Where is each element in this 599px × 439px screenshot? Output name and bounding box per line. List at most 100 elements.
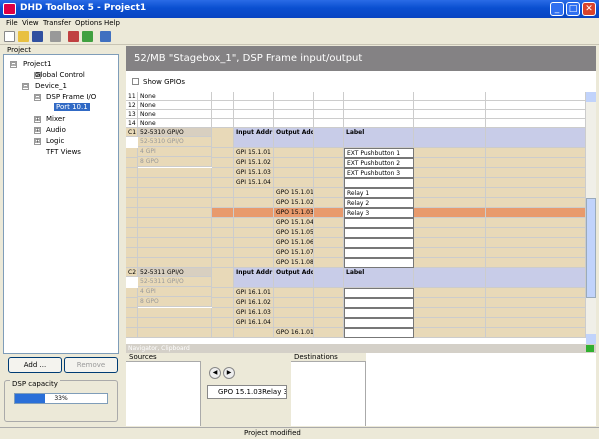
input-address[interactable] (234, 218, 274, 228)
tree-item-logic[interactable]: Logic (46, 137, 64, 145)
output-address[interactable]: GPO 15.1.07 (274, 248, 314, 258)
expand-icon[interactable]: ⊞ (34, 116, 41, 123)
tree-item-project1[interactable]: Project1 (23, 60, 51, 68)
transfer-up-icon[interactable] (82, 31, 93, 42)
arrow-right-icon[interactable]: ▶ (223, 367, 235, 379)
label-field[interactable] (344, 318, 414, 328)
scroll-up-arrow[interactable] (586, 92, 596, 102)
tree-item-global-control[interactable]: Global Control (35, 71, 85, 79)
clipboard-item[interactable]: GPO 15.1.03Relay 3 (207, 385, 287, 399)
row-value[interactable]: None (138, 110, 212, 119)
output-address[interactable] (274, 168, 314, 178)
collapse-icon[interactable]: ⊟ (34, 94, 41, 101)
output-address[interactable] (274, 178, 314, 188)
label-field[interactable]: Relay 2 (344, 198, 414, 208)
input-address[interactable] (234, 228, 274, 238)
output-address[interactable] (274, 158, 314, 168)
label-field[interactable]: Relay 1 (344, 188, 414, 198)
maximize-button[interactable]: □ (566, 2, 580, 16)
arrow-left-icon[interactable]: ◀ (209, 367, 221, 379)
tree-item-mixer[interactable]: Mixer (46, 115, 65, 123)
input-address[interactable]: GPI 16.1.03 (234, 308, 274, 318)
label-field[interactable] (344, 308, 414, 318)
row-value[interactable]: None (138, 92, 212, 101)
label-field[interactable] (344, 328, 414, 338)
output-address[interactable]: GPO 15.1.06 (274, 238, 314, 248)
tree-item-dsp-frame-io[interactable]: DSP Frame I/O (46, 93, 96, 101)
output-address[interactable] (274, 308, 314, 318)
card-name[interactable]: 52-5310 GPI/O (138, 128, 212, 137)
label-field[interactable] (344, 218, 414, 228)
label-field[interactable] (344, 228, 414, 238)
menu-transfer[interactable]: Transfer (43, 19, 71, 27)
label-field[interactable]: EXT Pushbutton 1 (344, 148, 414, 158)
menu-view[interactable]: View (22, 19, 39, 27)
output-address[interactable] (274, 288, 314, 298)
label-field[interactable]: Relay 3 (344, 208, 414, 218)
new-file-icon[interactable] (4, 31, 15, 42)
input-address[interactable] (234, 188, 274, 198)
close-button[interactable]: ✕ (582, 2, 596, 16)
menu-help[interactable]: Help (104, 19, 120, 27)
input-address[interactable] (234, 238, 274, 248)
scroll-down-arrow[interactable] (586, 334, 596, 344)
collapse-icon[interactable]: ⊟ (10, 61, 17, 68)
tree-item-port[interactable]: Port 10.1 (54, 103, 90, 111)
input-address[interactable]: GPI 16.1.04 (234, 318, 274, 328)
show-gpios-checkbox[interactable] (132, 78, 139, 85)
output-address[interactable] (274, 318, 314, 328)
input-address[interactable] (234, 258, 274, 268)
label-field[interactable] (344, 178, 414, 188)
tree-item-audio[interactable]: Audio (46, 126, 66, 134)
print-icon[interactable] (50, 31, 61, 42)
add-button[interactable]: Add ... (8, 357, 62, 373)
vertical-scrollbar[interactable] (586, 92, 596, 344)
label-field[interactable] (344, 288, 414, 298)
input-address[interactable]: GPI 15.1.02 (234, 158, 274, 168)
tree-item-tft-views[interactable]: TFT Views (46, 148, 81, 156)
input-address[interactable] (234, 328, 274, 338)
output-address[interactable]: GPO 15.1.05 (274, 228, 314, 238)
label-field[interactable] (344, 248, 414, 258)
label-field[interactable] (344, 238, 414, 248)
output-address[interactable] (274, 148, 314, 158)
row-value[interactable]: None (138, 101, 212, 110)
view-toggle-icon[interactable] (100, 31, 111, 42)
navigator-toggle-icon[interactable] (586, 345, 594, 352)
tree-item-device[interactable]: Device_1 (35, 82, 67, 90)
save-icon[interactable] (32, 31, 43, 42)
label-field[interactable] (344, 258, 414, 268)
output-address[interactable]: GPO 15.1.03 (274, 208, 314, 218)
scroll-thumb[interactable] (586, 198, 596, 298)
collapse-icon[interactable]: ⊟ (22, 83, 29, 90)
input-address[interactable] (234, 208, 274, 218)
input-address[interactable]: GPI 15.1.04 (234, 178, 274, 188)
expand-icon[interactable]: ⊞ (34, 138, 41, 145)
row-value[interactable]: None (138, 119, 212, 128)
input-address[interactable]: GPI 15.1.03 (234, 168, 274, 178)
grid-cell (486, 119, 586, 128)
output-address[interactable]: GPO 15.1.04 (274, 218, 314, 228)
expand-icon[interactable]: ⊞ (34, 127, 41, 134)
output-address[interactable]: GPO 15.1.02 (274, 198, 314, 208)
output-address[interactable]: GPO 15.1.01 (274, 188, 314, 198)
label-field[interactable]: EXT Pushbutton 2 (344, 158, 414, 168)
minimize-button[interactable]: _ (550, 2, 564, 16)
input-address[interactable]: GPI 15.1.01 (234, 148, 274, 158)
grid-cell (486, 92, 586, 101)
card-name[interactable]: 52-5311 GPI/O (138, 268, 212, 277)
input-address[interactable] (234, 248, 274, 258)
input-address[interactable]: GPI 16.1.02 (234, 298, 274, 308)
menu-options[interactable]: Options (75, 19, 102, 27)
remove-button[interactable]: Remove (64, 357, 118, 373)
menu-file[interactable]: File (6, 19, 18, 27)
transfer-down-icon[interactable] (68, 31, 79, 42)
label-field[interactable] (344, 298, 414, 308)
open-folder-icon[interactable] (18, 31, 29, 42)
input-address[interactable]: GPI 16.1.01 (234, 288, 274, 298)
output-address[interactable]: GPO 16.1.01 (274, 328, 314, 338)
output-address[interactable]: GPO 15.1.08 (274, 258, 314, 268)
label-field[interactable]: EXT Pushbutton 3 (344, 168, 414, 178)
output-address[interactable] (274, 298, 314, 308)
input-address[interactable] (234, 198, 274, 208)
